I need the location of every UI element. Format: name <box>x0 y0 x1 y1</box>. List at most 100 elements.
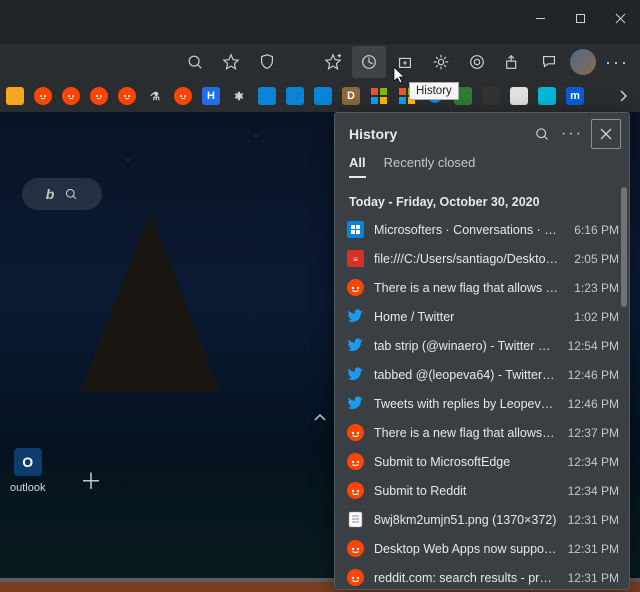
history-entry-time: 12:37 PM <box>568 426 619 440</box>
history-entry-time: 12:31 PM <box>568 513 619 527</box>
history-entry[interactable]: There is a new flag that allows d… 12:37 … <box>335 418 629 447</box>
history-close-button[interactable] <box>591 119 621 149</box>
history-panel: History ··· All Recently closed Today - … <box>334 112 630 590</box>
reddit-icon <box>347 569 364 586</box>
history-entry[interactable]: Desktop Web Apps now support…12:31 PM <box>335 534 629 563</box>
history-entry-time: 12:34 PM <box>568 484 619 498</box>
favorite-ext3[interactable] <box>510 87 528 105</box>
reddit-icon <box>347 424 364 441</box>
history-entry-time: 1:23 PM <box>574 281 619 295</box>
history-entry-label: tabbed @(leopeva64) - Twitter S… <box>374 368 558 382</box>
history-entry-label: Home / Twitter <box>374 310 564 324</box>
history-entry-time: 12:46 PM <box>568 397 619 411</box>
history-entry[interactable]: Tweets with replies by Leopeva6…12:46 PM <box>335 389 629 418</box>
add-favorite-icon[interactable] <box>316 46 350 78</box>
twitter-icon <box>347 366 364 383</box>
close-button[interactable] <box>600 4 640 32</box>
favorite-teams[interactable] <box>286 87 304 105</box>
file-icon <box>347 511 364 528</box>
history-entry-label: 8wj8km2umjn51.png (1370×372) <box>374 513 558 527</box>
pdf-icon: ≡ <box>347 250 364 267</box>
favorite-reddit[interactable] <box>90 87 108 105</box>
search-pill[interactable]: b <box>22 178 102 210</box>
history-entry[interactable]: ≡ file:///C:/Users/santiago/Desktop/… 2:05… <box>335 244 629 273</box>
history-entry-label: There is a new flag that allows d… <box>374 426 558 440</box>
outlook-shortcut[interactable]: O outlook <box>10 448 45 494</box>
history-more-icon[interactable]: ··· <box>557 119 587 149</box>
add-tile-button[interactable]: ＋ <box>80 464 102 496</box>
favorite-m[interactable]: m <box>566 87 584 105</box>
twitter-icon <box>347 395 364 412</box>
favorite-honey[interactable] <box>6 87 24 105</box>
favorite-reddit[interactable] <box>34 87 52 105</box>
favorite-ext2[interactable] <box>482 87 500 105</box>
history-entry-label: tab strip (@winaero) - Twitter Se… <box>374 339 558 353</box>
ms-icon <box>347 221 364 238</box>
history-entry-time: 12:54 PM <box>568 339 619 353</box>
twitter-icon <box>347 337 364 354</box>
maximize-button[interactable] <box>560 4 600 32</box>
history-title: History <box>349 126 527 142</box>
favorite-flask[interactable]: ⚗ <box>146 87 164 105</box>
history-entry[interactable]: Submit to MicrosoftEdge12:34 PM <box>335 447 629 476</box>
history-entry-time: 12:34 PM <box>568 455 619 469</box>
reddit-icon <box>347 279 364 296</box>
history-entry-time: 1:02 PM <box>574 310 619 324</box>
favorite-d[interactable]: D <box>342 87 360 105</box>
reddit-icon <box>347 482 364 499</box>
history-date-header: Today - Friday, October 30, 2020 <box>335 185 629 215</box>
favorite-star-icon[interactable] <box>214 46 248 78</box>
favorite-reddit[interactable] <box>62 87 80 105</box>
extensions-icon[interactable] <box>424 46 458 78</box>
history-entry[interactable]: tab strip (@winaero) - Twitter Se… 12:54 … <box>335 331 629 360</box>
chevron-right-icon[interactable] <box>610 80 636 112</box>
history-entry-time: 6:16 PM <box>574 223 619 237</box>
svg-text:≡: ≡ <box>353 255 358 264</box>
favorites-bar: ⚗ H ✱ Dm <box>0 80 640 112</box>
shield-icon[interactable] <box>250 46 284 78</box>
favorite-ms1[interactable] <box>370 87 388 105</box>
titlebar <box>0 0 640 44</box>
history-entry-label: file:///C:/Users/santiago/Desktop/… <box>374 252 564 266</box>
history-entry[interactable]: reddit.com: search results - prot…12:31 … <box>335 563 629 589</box>
search-icon <box>64 187 78 201</box>
share-icon[interactable] <box>496 46 530 78</box>
minimize-button[interactable] <box>520 4 560 32</box>
favorite-photos[interactable]: ✱ <box>230 87 248 105</box>
history-entry-label: Desktop Web Apps now support… <box>374 542 558 556</box>
tab-all[interactable]: All <box>349 155 366 178</box>
favorite-reddit[interactable] <box>118 87 136 105</box>
history-entry-label: Microsofters · Conversations · Dis… <box>374 223 564 237</box>
history-button[interactable] <box>352 46 386 78</box>
favorite-arrow[interactable] <box>314 87 332 105</box>
reddit-icon <box>347 453 364 470</box>
cursor-icon <box>393 66 407 89</box>
favorite-h[interactable]: H <box>202 87 220 105</box>
favorite-reddit[interactable] <box>174 87 192 105</box>
profile-avatar[interactable] <box>568 47 598 77</box>
favorite-onedrive[interactable] <box>258 87 276 105</box>
twitter-icon <box>347 308 364 325</box>
history-tabs: All Recently closed <box>335 155 629 185</box>
more-icon[interactable]: ··· <box>600 46 634 78</box>
history-search-icon[interactable] <box>527 119 557 149</box>
history-entry[interactable]: There is a new flag that allows des… 1:23… <box>335 273 629 302</box>
history-entry[interactable]: Microsofters · Conversations · Dis… 6:16 … <box>335 215 629 244</box>
history-entry[interactable]: Home / Twitter 1:02 PM <box>335 302 629 331</box>
history-entry-label: reddit.com: search results - prot… <box>374 571 558 585</box>
history-scrollbar[interactable] <box>621 187 627 307</box>
feedback-icon[interactable] <box>532 46 566 78</box>
outlook-icon: O <box>14 448 42 476</box>
history-entry-time: 2:05 PM <box>574 252 619 266</box>
favorite-cam[interactable] <box>538 87 556 105</box>
zoom-icon[interactable] <box>178 46 212 78</box>
history-entry-label: There is a new flag that allows des… <box>374 281 564 295</box>
tab-recently-closed[interactable]: Recently closed <box>384 155 476 176</box>
performance-icon[interactable] <box>460 46 494 78</box>
history-entry[interactable]: Submit to Reddit12:34 PM <box>335 476 629 505</box>
history-entry[interactable]: 8wj8km2umjn51.png (1370×372) 12:31 PM <box>335 505 629 534</box>
outlook-label: outlook <box>10 482 45 494</box>
bing-icon: b <box>46 186 55 202</box>
reddit-icon <box>347 540 364 557</box>
history-entry[interactable]: tabbed @(leopeva64) - Twitter S…12:46 PM <box>335 360 629 389</box>
